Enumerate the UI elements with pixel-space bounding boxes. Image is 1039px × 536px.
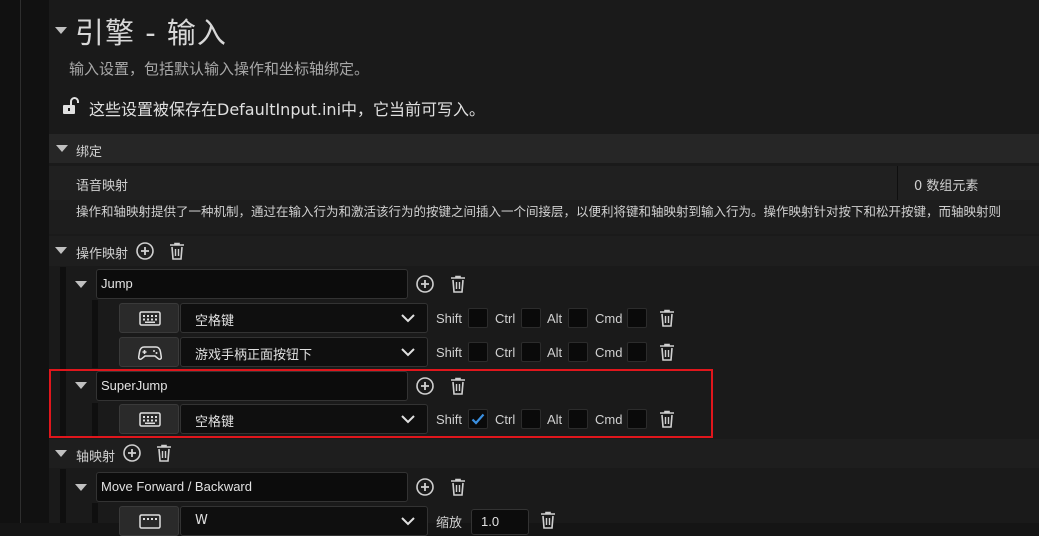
speech-mapping-label: 语音映射 bbox=[76, 179, 129, 194]
cmd-checkbox[interactable] bbox=[627, 308, 647, 328]
ctrl-checkbox[interactable] bbox=[521, 308, 541, 328]
shift-label: Shift bbox=[436, 345, 463, 360]
chevron-down-icon bbox=[401, 314, 415, 323]
config-status-text: 这些设置被保存在DefaultInput.ini中，它当前可写入。 bbox=[89, 100, 486, 119]
shift-checkbox[interactable] bbox=[468, 308, 488, 328]
bindings-label: 绑定 bbox=[76, 145, 103, 160]
indent-guide bbox=[92, 503, 98, 523]
delete-key-button[interactable] bbox=[657, 342, 677, 362]
delete-key-button[interactable] bbox=[657, 308, 677, 328]
alt-label: Alt bbox=[547, 345, 563, 360]
alt-checkbox[interactable] bbox=[568, 308, 588, 328]
key-selector-button[interactable] bbox=[119, 337, 179, 367]
add-axis-mapping-button[interactable] bbox=[122, 443, 142, 463]
scale-input[interactable]: 1.0 bbox=[471, 509, 529, 535]
axis-name-input[interactable]: Move Forward / Backward bbox=[96, 472, 408, 502]
indent-guide bbox=[92, 300, 98, 368]
key-dropdown[interactable]: 空格键 bbox=[180, 303, 428, 333]
scale-label: 缩放 bbox=[436, 516, 463, 531]
keyboard-icon bbox=[139, 514, 161, 529]
delete-action-button[interactable] bbox=[448, 274, 468, 294]
shift-label: Shift bbox=[436, 311, 463, 326]
delete-all-action-mappings-button[interactable] bbox=[167, 241, 187, 261]
key-dropdown-value: 空格键 bbox=[195, 314, 235, 329]
add-key-button[interactable] bbox=[415, 477, 435, 497]
action-name-input[interactable]: Jump bbox=[96, 269, 408, 299]
bindings-section-header[interactable]: 绑定 bbox=[49, 134, 1039, 163]
add-action-mapping-button[interactable] bbox=[135, 241, 155, 261]
key-dropdown[interactable]: 游戏手柄正面按钮下 bbox=[180, 337, 428, 367]
chevron-down-icon bbox=[401, 517, 415, 526]
alt-checkbox[interactable] bbox=[568, 342, 588, 362]
key-selector-button[interactable] bbox=[119, 506, 179, 536]
add-key-button[interactable] bbox=[415, 274, 435, 294]
cmd-label: Cmd bbox=[595, 345, 623, 360]
collapse-arrow-icon[interactable] bbox=[55, 247, 67, 254]
action-mappings-label: 操作映射 bbox=[76, 247, 129, 262]
page-title: 引擎 - 输入 bbox=[75, 16, 227, 50]
collapse-arrow-icon[interactable] bbox=[55, 27, 67, 34]
delete-axis-button[interactable] bbox=[448, 477, 468, 497]
collapse-arrow-icon[interactable] bbox=[75, 281, 87, 288]
key-dropdown-value: W bbox=[195, 513, 208, 528]
indent-guide bbox=[60, 469, 66, 523]
speech-mapping-row bbox=[49, 166, 1039, 200]
column-divider bbox=[897, 166, 898, 200]
action-mappings-row bbox=[49, 236, 1039, 266]
shift-checkbox[interactable] bbox=[468, 342, 488, 362]
page-subtitle: 输入设置，包括默认输入操作和坐标轴绑定。 bbox=[69, 60, 370, 78]
gamepad-icon bbox=[138, 346, 162, 360]
collapse-arrow-icon[interactable] bbox=[56, 145, 68, 152]
axis-mappings-label: 轴映射 bbox=[76, 450, 116, 465]
collapse-arrow-icon[interactable] bbox=[75, 484, 87, 491]
left-gutter bbox=[0, 0, 49, 523]
delete-all-axis-mappings-button[interactable] bbox=[154, 443, 174, 463]
cmd-checkbox[interactable] bbox=[627, 342, 647, 362]
key-selector-button[interactable] bbox=[119, 303, 179, 333]
ctrl-label: Ctrl bbox=[495, 311, 516, 326]
delete-key-button[interactable] bbox=[538, 510, 558, 530]
bindings-description: 操作和轴映射提供了一种机制，通过在输入行为和激活该行为的按键之间插入一个间接层，… bbox=[76, 204, 1002, 219]
keyboard-icon bbox=[139, 311, 161, 326]
cmd-label: Cmd bbox=[595, 311, 623, 326]
speech-mapping-count: 0 数组元素 bbox=[914, 179, 979, 194]
axis-mappings-row bbox=[49, 439, 1039, 468]
ctrl-label: Ctrl bbox=[495, 345, 516, 360]
chevron-down-icon bbox=[401, 348, 415, 357]
highlight-box bbox=[49, 369, 713, 438]
ctrl-checkbox[interactable] bbox=[521, 342, 541, 362]
collapse-arrow-icon[interactable] bbox=[55, 450, 67, 457]
key-dropdown[interactable]: W bbox=[180, 506, 428, 536]
alt-label: Alt bbox=[547, 311, 563, 326]
key-dropdown-value: 游戏手柄正面按钮下 bbox=[195, 348, 313, 363]
unlock-icon bbox=[60, 96, 80, 119]
